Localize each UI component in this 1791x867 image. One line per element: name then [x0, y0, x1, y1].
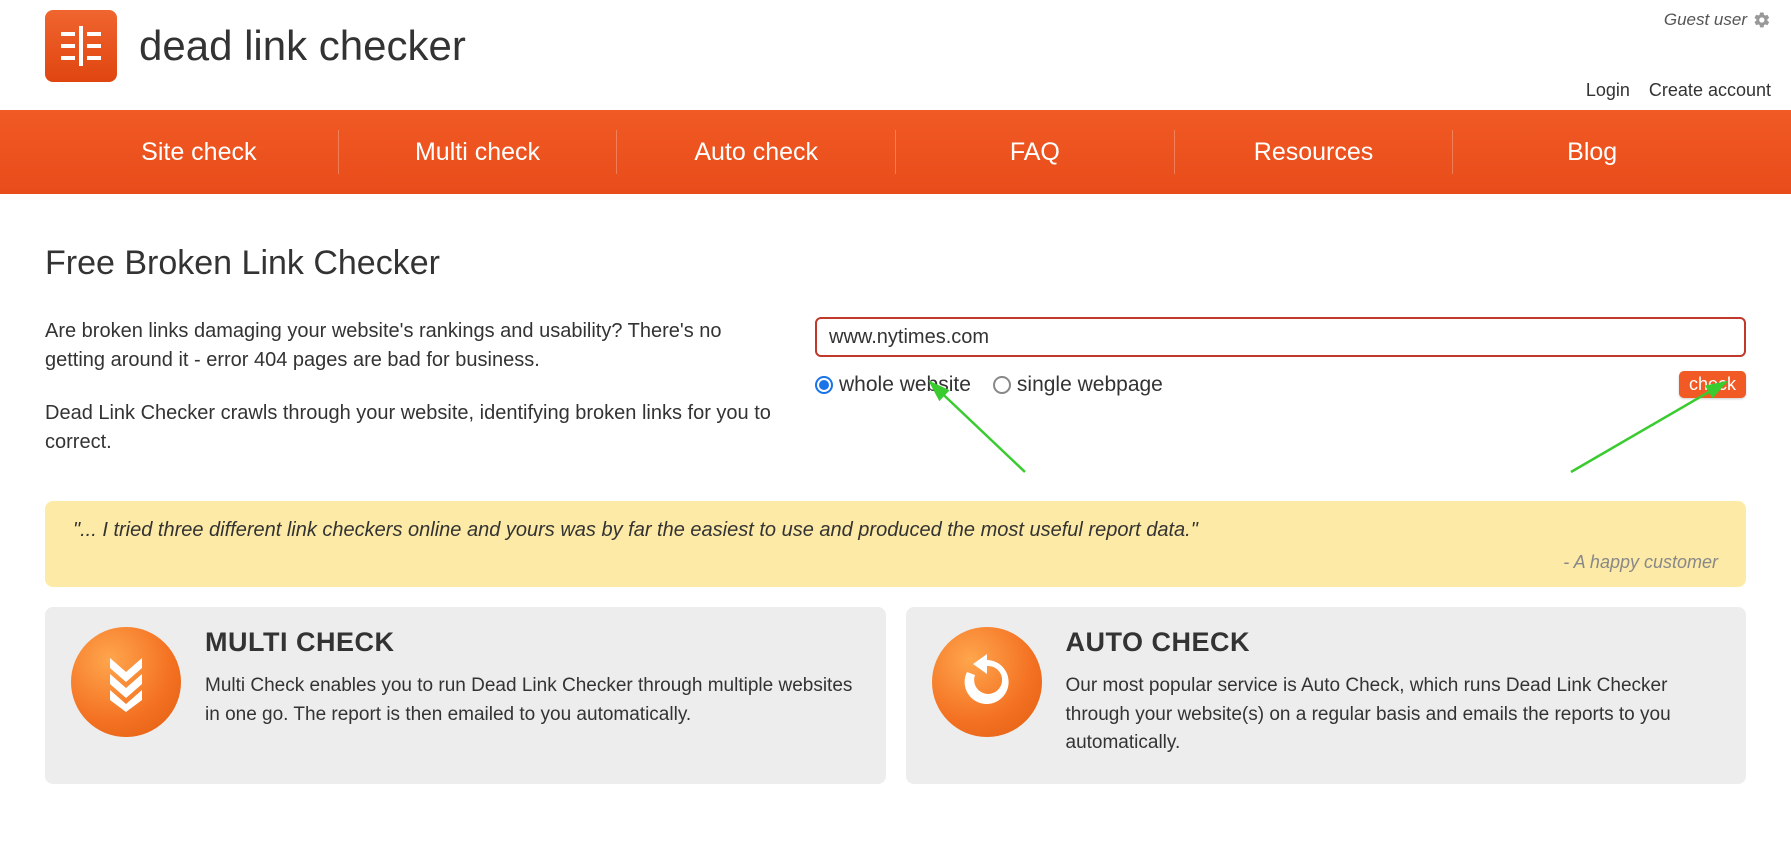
options-row: whole website single webpage check: [815, 371, 1746, 398]
feature-auto-check[interactable]: AUTO CHECK Our most popular service is A…: [906, 607, 1747, 784]
logo-icon[interactable]: [45, 10, 117, 82]
top-bar: dead link checker Guest user Login Creat…: [0, 0, 1791, 110]
feature-body: MULTI CHECK Multi Check enables you to r…: [205, 627, 860, 758]
gear-icon[interactable]: [1753, 11, 1771, 29]
feature-multi-desc: Multi Check enables you to run Dead Link…: [205, 672, 860, 729]
intro-paragraph-2: Dead Link Checker crawls through your we…: [45, 399, 785, 457]
radio-single-webpage[interactable]: single webpage: [993, 373, 1163, 397]
feature-multi-title: MULTI CHECK: [205, 627, 860, 658]
create-account-link[interactable]: Create account: [1649, 80, 1771, 100]
nav-faq[interactable]: FAQ: [896, 130, 1175, 174]
nav-multi-check[interactable]: Multi check: [339, 130, 618, 174]
nav-resources[interactable]: Resources: [1175, 130, 1454, 174]
content: Free Broken Link Checker Are broken link…: [0, 194, 1791, 784]
guest-user-label: Guest user: [1664, 10, 1771, 30]
multi-check-icon: [71, 627, 181, 737]
auto-check-icon: [932, 627, 1042, 737]
feature-auto-desc: Our most popular service is Auto Check, …: [1066, 672, 1721, 758]
check-button[interactable]: check: [1679, 371, 1746, 398]
radio-single-label: single webpage: [1017, 373, 1163, 397]
url-input[interactable]: [815, 317, 1746, 357]
page-title: Free Broken Link Checker: [45, 244, 1746, 283]
main-nav: Site check Multi check Auto check FAQ Re…: [0, 110, 1791, 194]
testimonial-text: "... I tried three different link checke…: [73, 519, 1718, 542]
feature-auto-title: AUTO CHECK: [1066, 627, 1721, 658]
intro-text: Are broken links damaging your website's…: [45, 317, 785, 481]
nav-site-check[interactable]: Site check: [60, 130, 339, 174]
nav-blog[interactable]: Blog: [1453, 130, 1731, 174]
feature-multi-check[interactable]: MULTI CHECK Multi Check enables you to r…: [45, 607, 886, 784]
site-title: dead link checker: [139, 22, 466, 70]
radio-whole-website[interactable]: whole website: [815, 373, 971, 397]
radio-group: whole website single webpage: [815, 373, 1163, 397]
radio-whole-label: whole website: [839, 373, 971, 397]
testimonial-attribution: - A happy customer: [73, 552, 1718, 573]
intro-paragraph-1: Are broken links damaging your website's…: [45, 317, 785, 375]
intro-row: Are broken links damaging your website's…: [45, 317, 1746, 481]
auth-links: Login Create account: [1572, 80, 1771, 101]
guest-user-text: Guest user: [1664, 10, 1747, 30]
login-link[interactable]: Login: [1586, 80, 1630, 100]
feature-cards: MULTI CHECK Multi Check enables you to r…: [45, 607, 1746, 784]
testimonial-box: "... I tried three different link checke…: [45, 501, 1746, 587]
checker-form: whole website single webpage check: [815, 317, 1746, 481]
radio-icon: [993, 376, 1011, 394]
feature-body: AUTO CHECK Our most popular service is A…: [1066, 627, 1721, 758]
radio-icon: [815, 376, 833, 394]
nav-auto-check[interactable]: Auto check: [617, 130, 896, 174]
